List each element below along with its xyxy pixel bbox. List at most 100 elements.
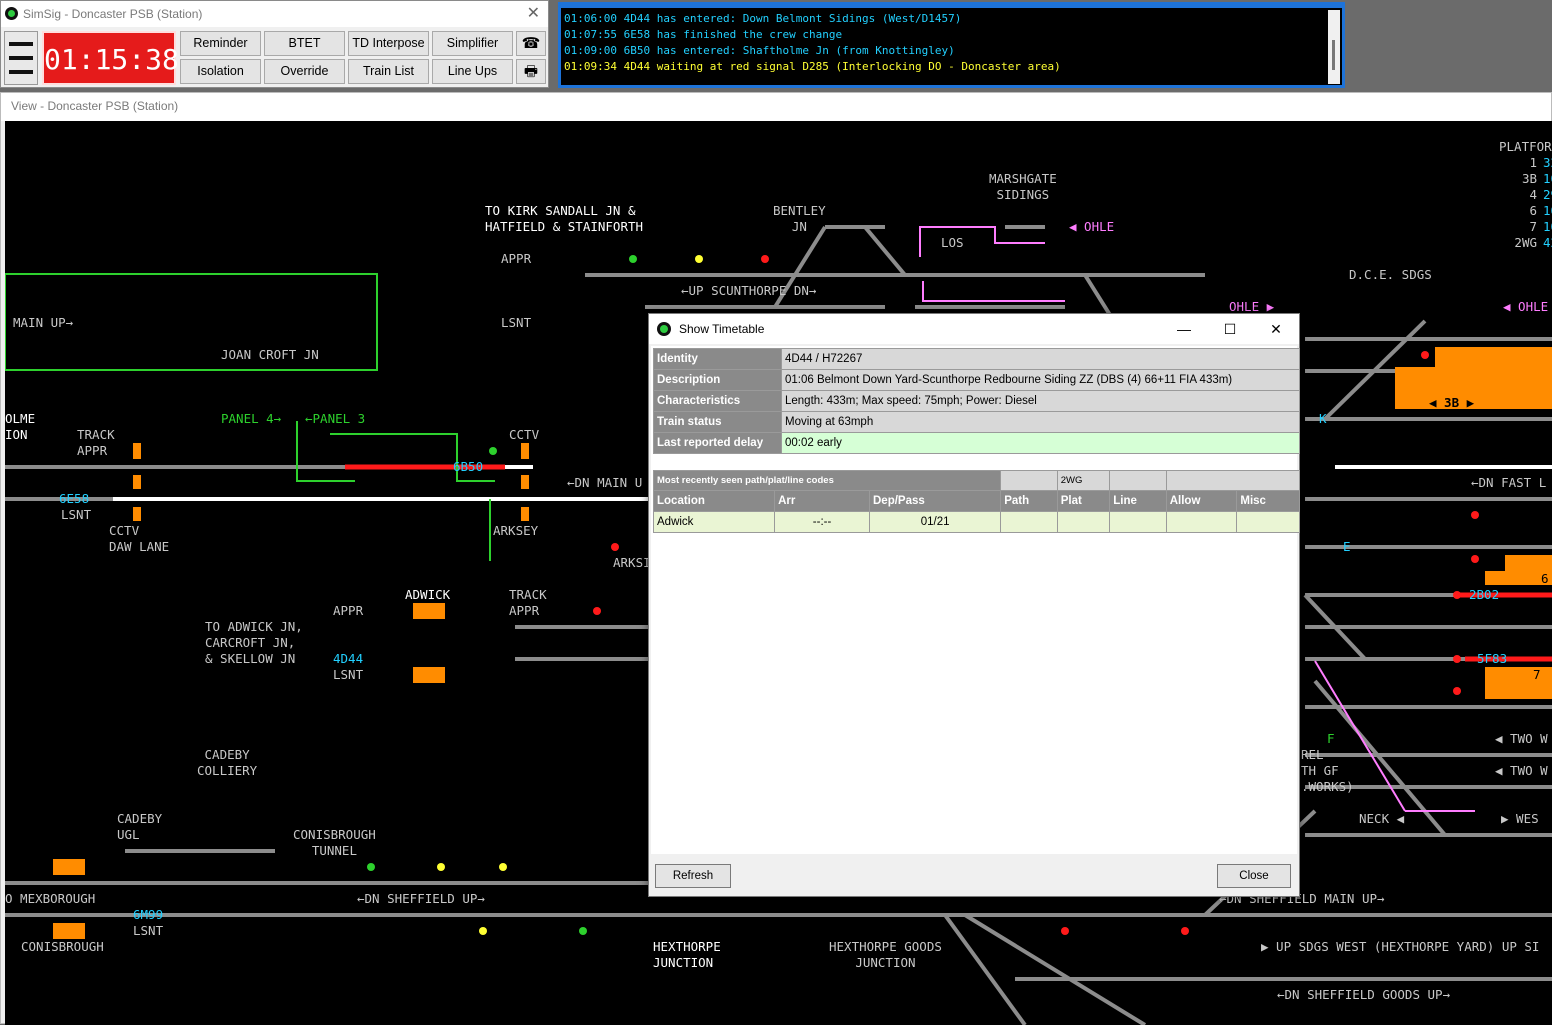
column-header: Plat xyxy=(1056,490,1111,512)
info-value: 00:02 early xyxy=(781,432,1300,454)
label-dn-fast: ←DN FAST L xyxy=(1471,475,1547,490)
label-main-up: MAIN UP→ xyxy=(13,315,74,330)
signal-aspect-icon[interactable] xyxy=(479,927,487,935)
signal-aspect-icon[interactable] xyxy=(761,255,769,263)
label-conisbrough-tunnel: CONISBROUGH TUNNEL xyxy=(293,827,376,858)
info-key: Identity xyxy=(653,348,782,370)
message-scrollbar[interactable] xyxy=(1328,10,1340,84)
signal-aspect-icon[interactable] xyxy=(1471,511,1479,519)
view-window-title: View - Doncaster PSB (Station) xyxy=(1,93,1551,121)
label-platform-3b: ◀ 3B ▶ xyxy=(1429,395,1475,410)
signal-aspect-icon[interactable] xyxy=(579,927,587,935)
label-rel-works: REL TH GF .WORKS) xyxy=(1301,747,1354,794)
close-icon[interactable]: ✕ xyxy=(527,1,540,27)
signal-aspect-icon[interactable] xyxy=(1471,555,1479,563)
maximize-icon[interactable]: ☐ xyxy=(1207,314,1253,344)
btet-button[interactable]: BTET xyxy=(264,31,345,56)
sim-clock: 01:15:38 xyxy=(42,31,179,85)
phone-icon[interactable]: ☎ xyxy=(516,31,546,56)
signal-aspect-icon[interactable] xyxy=(1421,351,1429,359)
info-row: Last reported delay 00:02 early xyxy=(653,432,1300,454)
minimize-icon[interactable]: — xyxy=(1161,314,1207,344)
printer-icon[interactable]: 🖶 xyxy=(516,59,546,84)
train-berth-5f83[interactable]: 5F83 xyxy=(1477,651,1507,666)
signal-aspect-icon[interactable] xyxy=(499,863,507,871)
label-dce-sidings: D.C.E. SDGS xyxy=(1349,267,1432,282)
column-header: Line xyxy=(1109,490,1167,512)
info-row: Description 01:06 Belmont Down Yard-Scunt… xyxy=(653,369,1300,391)
signal-aspect-icon[interactable] xyxy=(695,255,703,263)
train-berth-6e58[interactable]: 6E58 xyxy=(59,491,89,506)
signal-aspect-icon[interactable] xyxy=(1453,687,1461,695)
control-window-titlebar[interactable]: SimSig - Doncaster PSB (Station) ✕ xyxy=(1,1,548,27)
signal-aspect-icon[interactable] xyxy=(489,447,497,455)
train-berth-2b02[interactable]: 2B02 xyxy=(1469,587,1499,602)
track-circuit-marker xyxy=(133,475,141,489)
train-list-button[interactable]: Train List xyxy=(348,59,429,84)
label-conisbrough: CONISBROUGH xyxy=(21,939,104,954)
signal-aspect-icon[interactable] xyxy=(1061,927,1069,935)
signal-aspect-icon[interactable] xyxy=(1181,927,1189,935)
label-appr: APPR xyxy=(501,251,532,266)
close-icon[interactable]: ✕ xyxy=(1253,314,1299,344)
isolation-button[interactable]: Isolation xyxy=(180,59,261,84)
label-cadeby-colliery: CADEBY COLLIERY xyxy=(197,747,258,778)
label-track-appr-2: TRACK APPR xyxy=(509,587,547,618)
codes-header: Most recently seen path/plat/line codes xyxy=(652,470,1002,491)
codes-path xyxy=(1000,470,1058,491)
simsig-logo-icon xyxy=(5,7,18,20)
td-interpose-button[interactable]: TD Interpose xyxy=(348,31,429,56)
menu-button[interactable] xyxy=(4,31,38,85)
label-arksey: ARKSEY xyxy=(493,523,539,538)
label-panel-4: PANEL 4→ xyxy=(221,411,282,426)
message-log[interactable]: 01:06:00 4D44 has entered: Down Belmont … xyxy=(558,2,1345,88)
signal-aspect-icon[interactable] xyxy=(629,255,637,263)
timetable-row[interactable]: Adwick --:-- 01/21 xyxy=(652,511,1300,533)
line-ups-button[interactable]: Line Ups xyxy=(432,59,513,84)
simplifier-button[interactable]: Simplifier xyxy=(432,31,513,56)
label-to-adwick-jn: TO ADWICK JN, CARCROFT JN, & SKELLOW JN xyxy=(205,619,303,666)
platform-list-row: 7 10 xyxy=(1505,219,1552,235)
timetable-cell-path xyxy=(1000,511,1058,533)
reminder-button[interactable]: Reminder xyxy=(180,31,261,56)
signal-aspect-icon[interactable] xyxy=(367,863,375,871)
refresh-button[interactable]: Refresh xyxy=(655,864,731,888)
platform-list-row: 4 29 xyxy=(1505,187,1552,203)
signal-aspect-icon[interactable] xyxy=(437,863,445,871)
timetable-cell-line xyxy=(1109,511,1167,533)
control-window: SimSig - Doncaster PSB (Station) ✕ 01:15… xyxy=(0,0,549,88)
label-lsnt-2: LSNT xyxy=(501,315,532,330)
timetable-cell-location: Adwick xyxy=(652,511,776,533)
label-panel-3: ←PANEL 3 xyxy=(305,411,366,426)
info-value: 01:06 Belmont Down Yard-Scunthorpe Redbo… xyxy=(781,369,1300,391)
train-berth-6b50[interactable]: 6B50 xyxy=(453,459,483,474)
platform-7-occupied xyxy=(1485,667,1552,699)
platform-list-row: 3B 10 xyxy=(1505,171,1552,187)
platform-value: 42 xyxy=(1543,235,1552,250)
signal-aspect-icon[interactable] xyxy=(593,607,601,615)
column-header: Path xyxy=(1000,490,1058,512)
label-platform-header: PLATFOR xyxy=(1499,139,1552,154)
info-value: Moving at 63mph xyxy=(781,411,1300,433)
label-dn-sheffield-goods: ←DN SHEFFIELD GOODS UP→ xyxy=(1277,987,1451,1002)
signal-aspect-icon[interactable] xyxy=(1453,655,1461,663)
platform-list-row: 1 32 xyxy=(1505,155,1552,171)
override-button[interactable]: Override xyxy=(264,59,345,84)
label-los: LOS xyxy=(941,235,964,250)
signal-aspect-icon[interactable] xyxy=(611,543,619,551)
codes-plat: 2WG xyxy=(1056,470,1111,491)
platform-list-row: 2WG 42 xyxy=(1505,235,1552,251)
label-adwick: ADWICK xyxy=(405,587,451,602)
timetable-cell-allow xyxy=(1165,511,1238,533)
train-berth-4d44[interactable]: 4D44 xyxy=(333,651,363,666)
label-up-sdgs-west: ▶ UP SDGS WEST (HEXTHORPE YARD) UP SI xyxy=(1261,939,1540,954)
label-dn-main: ←DN MAIN U xyxy=(567,475,643,490)
platform-id: 7 xyxy=(1529,219,1537,234)
dialog-titlebar[interactable]: Show Timetable — ☐ ✕ xyxy=(649,314,1299,344)
label-ohle-3: ◀ OHLE xyxy=(1503,299,1549,314)
signal-aspect-icon[interactable] xyxy=(1453,591,1461,599)
close-button[interactable]: Close xyxy=(1217,864,1291,888)
platform-id: 1 xyxy=(1529,155,1537,170)
train-berth-6m99[interactable]: 6M99 xyxy=(133,907,163,922)
label-two-1: ◀ TWO W xyxy=(1495,731,1548,746)
